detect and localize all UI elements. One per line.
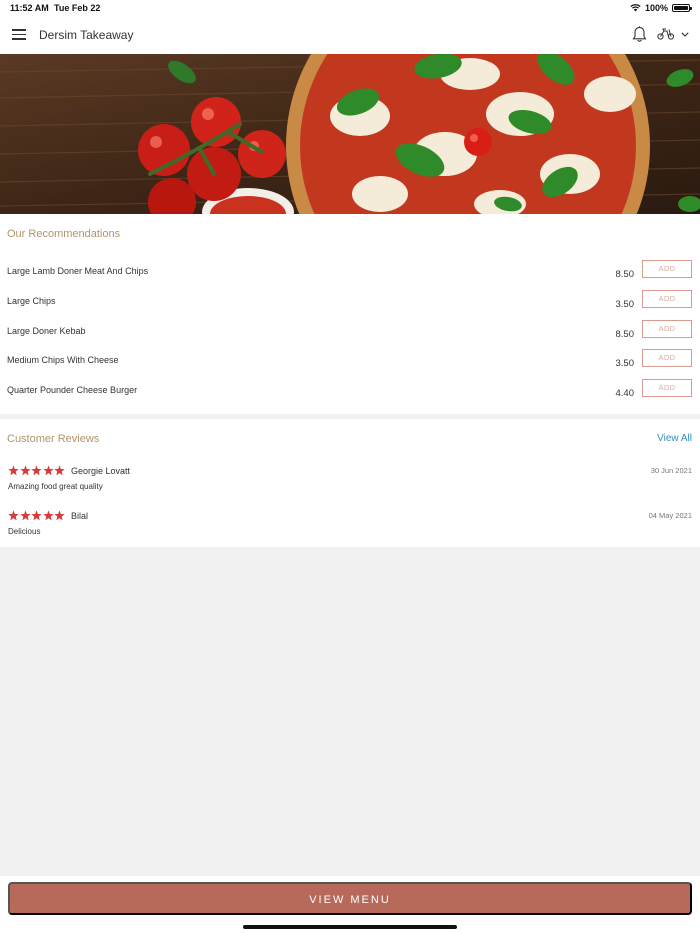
- item-name: Large Doner Kebab: [7, 326, 86, 336]
- chevron-down-icon[interactable]: [681, 32, 689, 37]
- star-icon: [42, 465, 54, 476]
- review-item: Bilal 04 May 2021 Delicious: [0, 510, 700, 550]
- reviews-title: Customer Reviews: [7, 433, 100, 445]
- star-icon: [8, 465, 19, 476]
- reviewer-name: Georgie Lovatt: [71, 466, 131, 476]
- item-price: 3.50: [615, 299, 635, 310]
- add-button[interactable]: ADD: [642, 320, 692, 338]
- item-name: Large Chips: [7, 296, 56, 306]
- status-date: Tue Feb 22: [54, 3, 101, 13]
- add-button[interactable]: ADD: [642, 290, 692, 308]
- review-date: 04 May 2021: [648, 511, 692, 520]
- review-date: 30 Jun 2021: [650, 466, 692, 475]
- battery-percent: 100%: [644, 3, 668, 13]
- star-icon: [42, 510, 54, 521]
- item-price: 4.40: [615, 388, 635, 399]
- recommendations-title: Our Recommendations: [7, 228, 121, 240]
- star-rating: [8, 510, 65, 521]
- list-item: Large Chips 3.50 ADD: [0, 290, 700, 324]
- bell-icon[interactable]: [632, 26, 647, 43]
- star-icon: [54, 465, 65, 476]
- recommendations-section: Our Recommendations Large Lamb Doner Mea…: [0, 214, 700, 414]
- item-name: Quarter Pounder Cheese Burger: [7, 385, 138, 395]
- view-menu-button[interactable]: VIEW MENU: [8, 882, 692, 915]
- footer-bar: VIEW MENU: [0, 876, 700, 934]
- status-time: 11:52 AM: [10, 3, 49, 13]
- item-name: Large Lamb Doner Meat And Chips: [7, 266, 149, 276]
- pizza-hero-image: [0, 54, 700, 214]
- menu-icon[interactable]: [12, 29, 26, 40]
- status-right: 100%: [630, 3, 692, 13]
- star-icon: [31, 510, 42, 521]
- item-price: 3.50: [615, 358, 635, 369]
- add-button[interactable]: ADD: [642, 349, 692, 367]
- star-rating: [8, 465, 65, 476]
- list-item: Quarter Pounder Cheese Burger 4.40 ADD: [0, 379, 700, 413]
- view-all-link[interactable]: View All: [657, 433, 692, 444]
- star-icon: [8, 510, 19, 521]
- reviews-section: Customer Reviews View All Georgie Lovatt…: [0, 419, 700, 547]
- restaurant-title: Dersim Takeaway: [39, 28, 134, 42]
- add-button[interactable]: ADD: [642, 260, 692, 278]
- list-item: Large Doner Kebab 8.50 ADD: [0, 320, 700, 354]
- review-item: Georgie Lovatt 30 Jun 2021 Amazing food …: [0, 465, 700, 505]
- review-comment: Delicious: [8, 527, 41, 536]
- battery-icon: [672, 4, 692, 12]
- wifi-icon: [630, 4, 641, 12]
- list-item: Medium Chips With Cheese 3.50 ADD: [0, 349, 700, 383]
- reviewer-name: Bilal: [71, 511, 89, 521]
- add-button[interactable]: ADD: [642, 379, 692, 397]
- star-icon: [19, 510, 31, 521]
- home-indicator: [243, 925, 457, 929]
- app-header: Dersim Takeaway: [0, 16, 700, 54]
- list-item: Large Lamb Doner Meat And Chips 8.50 ADD: [0, 260, 700, 294]
- status-bar: 11:52 AM Tue Feb 22 100%: [0, 0, 700, 16]
- item-price: 8.50: [615, 269, 635, 280]
- star-icon: [54, 510, 65, 521]
- item-price: 8.50: [615, 329, 635, 340]
- star-icon: [19, 465, 31, 476]
- star-icon: [31, 465, 42, 476]
- review-comment: Amazing food great quality: [8, 482, 103, 491]
- item-name: Medium Chips With Cheese: [7, 355, 119, 365]
- scooter-icon[interactable]: [657, 28, 675, 40]
